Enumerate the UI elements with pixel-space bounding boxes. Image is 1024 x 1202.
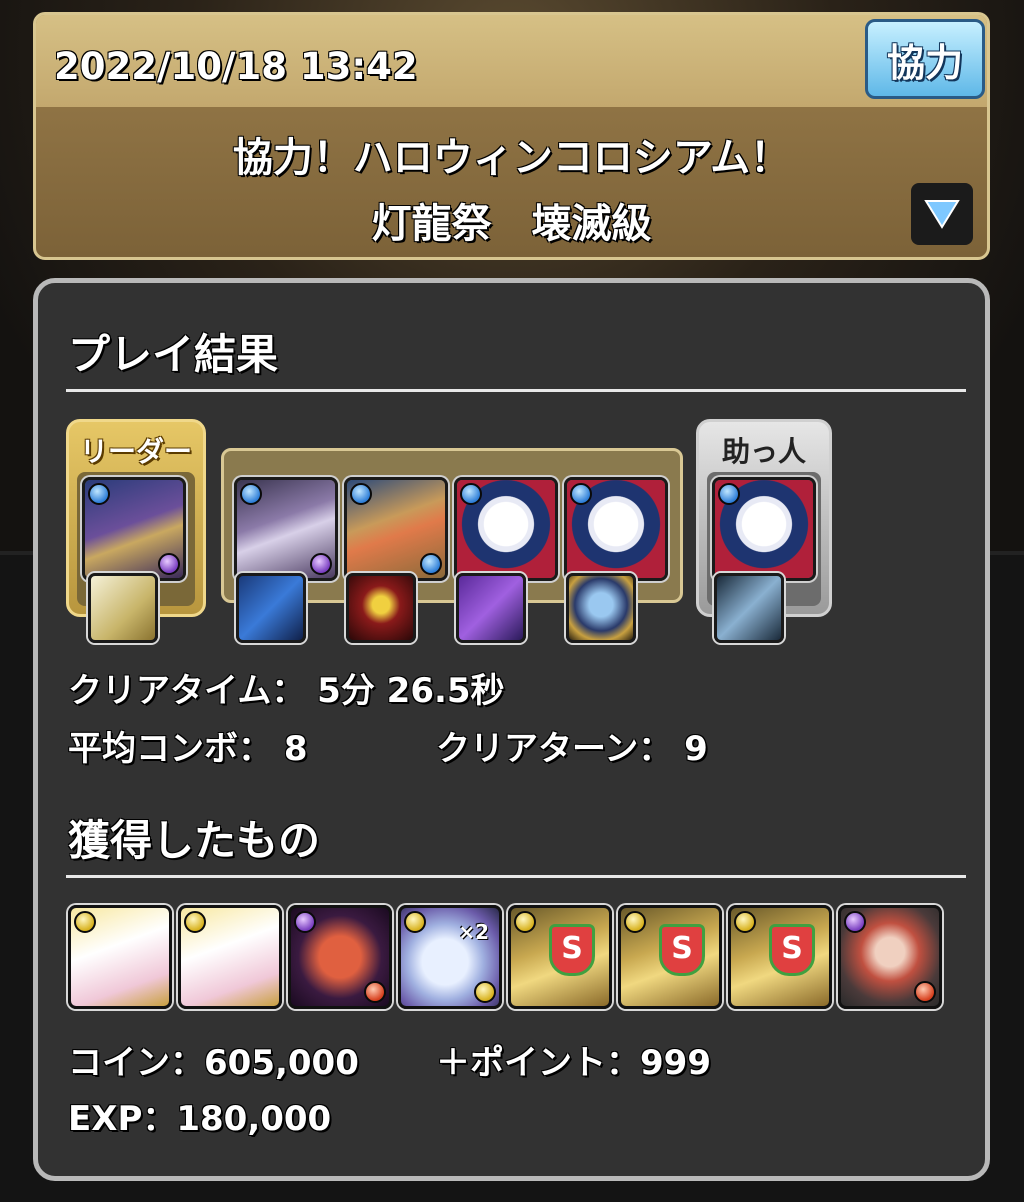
light-attr-icon [184,911,206,933]
triangle-down-icon [924,200,960,229]
water-attr-icon [718,483,740,505]
reward-item[interactable]: S [618,905,722,1009]
sub-assist-card[interactable] [456,573,526,643]
coin-row: コイン：605,000 [68,1035,359,1084]
avg-combo-row: 平均コンボ： 8 [68,721,308,770]
dark-attr-icon [310,553,332,575]
reward-item[interactable] [288,905,392,1009]
sub-monster-card[interactable] [344,477,448,581]
points-label: ＋ポイント： [436,1043,640,1083]
play-datetime: 2022/10/18 13:42 [54,45,418,88]
fire-attr-icon [914,981,936,1003]
reward-item[interactable]: S [728,905,832,1009]
reward-item[interactable]: S [508,905,612,1009]
water-attr-icon [240,483,262,505]
clear-time-row: クリアタイム： 5分 26.5秒 [68,663,505,712]
clear-turn-value: 9 [684,729,708,769]
avg-combo-label: 平均コンボ： [68,729,272,769]
reward-item[interactable] [178,905,282,1009]
helper-label: 助っ人 [721,435,806,468]
s-badge: S [659,924,705,976]
clear-time-label: クリアタイム： [68,671,306,711]
s-badge: S [549,924,595,976]
sub-monster-card[interactable] [454,477,558,581]
points-value: 999 [640,1043,711,1083]
dark-attr-icon [158,553,180,575]
coop-mode-badge: 協力 [865,19,985,99]
clear-time-value: 5分 26.5秒 [317,671,505,711]
coin-value: 605,000 [204,1043,359,1083]
water-attr-icon [460,483,482,505]
exp-value: 180,000 [176,1099,332,1139]
water-attr-icon [570,483,592,505]
expand-button[interactable] [911,183,973,245]
light-attr-icon [74,911,96,933]
reward-item[interactable]: ×2 [398,905,502,1009]
dark-attr-icon [844,911,866,933]
avg-combo-value: 8 [283,729,308,769]
clear-turn-row: クリアターン： 9 [436,721,708,770]
reward-item[interactable] [838,905,942,1009]
light-attr-icon [624,911,646,933]
points-row: ＋ポイント：999 [436,1035,711,1084]
leader-label: リーダー [79,435,192,468]
leader-assist-card[interactable] [88,573,158,643]
clear-turn-label: クリアターン： [436,729,673,769]
divider [66,389,966,392]
helper-assist-card[interactable] [714,573,784,643]
dungeon-title: 協力！ハロウィンコロシアム！ [232,135,791,181]
coin-label: コイン： [68,1043,204,1083]
floor-title: 灯龍祭 壊滅級 [371,201,652,247]
light-attr-icon [404,911,426,933]
water-attr-icon [350,483,372,505]
divider [66,875,966,878]
dark-attr-icon [294,911,316,933]
rewards-title: 獲得したもの [68,816,321,865]
fire-attr-icon [364,981,386,1003]
light-attr-icon [734,911,756,933]
dungeon-header: 2022/10/18 13:42 協力 協力！ハロウィンコロシアム！ 灯龍祭 壊… [33,12,990,260]
result-panel: プレイ結果 リーダー 助っ人 クリアタイム： 5分 26.5秒 平均コンボ： 8… [33,278,990,1181]
s-badge: S [769,924,815,976]
helper-monster-card[interactable] [712,477,816,581]
leader-monster-card[interactable] [82,477,186,581]
reward-item[interactable] [68,905,172,1009]
exp-row: EXP：180,000 [68,1091,331,1140]
sub-assist-card[interactable] [236,573,306,643]
multiplier-text: ×2 [458,920,489,944]
light-attr-icon [514,911,536,933]
sub-monster-card[interactable] [234,477,338,581]
exp-label: EXP： [68,1099,177,1139]
sub-assist-card[interactable] [566,573,636,643]
water-attr-icon [88,483,110,505]
play-result-title: プレイ結果 [68,330,279,379]
light-attr-icon [474,981,496,1003]
sub-assist-card[interactable] [346,573,416,643]
sub-monster-card[interactable] [564,477,668,581]
water-attr-icon [420,553,442,575]
